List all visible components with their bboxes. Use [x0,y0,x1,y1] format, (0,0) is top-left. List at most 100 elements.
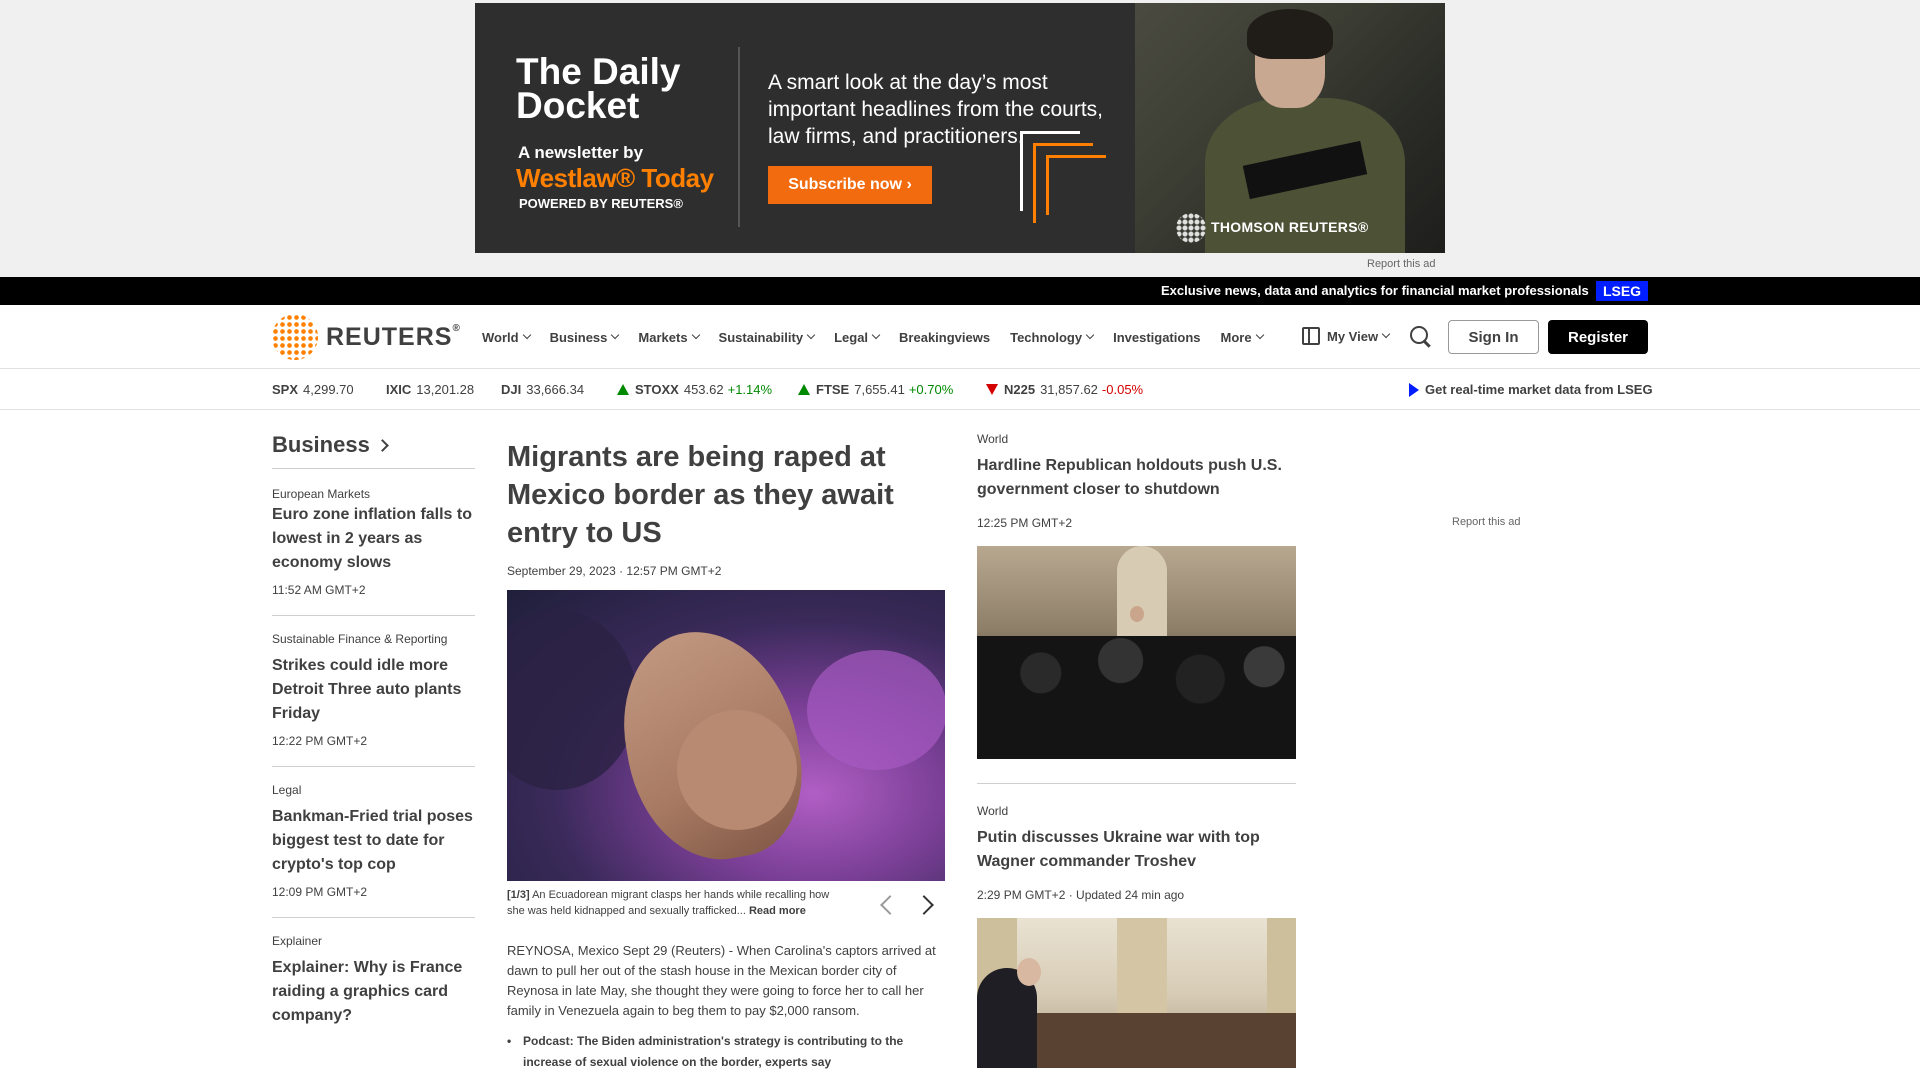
chevron-down-icon [806,330,816,340]
chevron-right-icon [375,438,389,452]
site-header: REUTERS® World Business Markets Sustaina… [0,305,1920,369]
nav-item-business[interactable]: Business [550,330,620,345]
nav-item-breakingviews[interactable]: Breakingviews [899,330,990,345]
thomson-reuters-logo-icon [1176,213,1206,243]
promo-text[interactable]: Exclusive news, data and analytics for f… [1161,283,1589,298]
chevron-down-icon [1255,330,1264,340]
ad-westlaw-logo: Westlaw® Today [516,163,714,193]
my-view-label: My View [1327,328,1379,344]
gallery-counter: [1/3] [507,889,530,901]
ticker-item-dji[interactable]: DJI 33,666.34 [501,382,584,397]
market-ticker: SPX 4,299.70 IXIC 13,201.28 DJI 33,666.34 S… [0,370,1920,410]
chevron-down-icon [1381,329,1391,339]
main-headline[interactable]: Migrants are being raped at Mexico borde… [507,438,945,552]
logo-text: REUTERS® [326,322,461,351]
story-image[interactable] [977,918,1296,1068]
ad-blurb: A smart look at the day’s most important… [768,71,1103,148]
top-ad-region: The Daily Docket A newsletter by Westlaw… [0,0,1920,277]
image-caption: [1/3] An Ecuadorean migrant clasps her h… [507,887,847,919]
article-date: September 29, 2023 · 12:57 PM GMT+2 [507,564,722,578]
reuters-logo-icon [272,314,318,360]
report-ad-link[interactable]: Report this ad [1452,516,1520,528]
related-podcast-link[interactable]: Podcast: The Biden administration's stra… [507,1031,945,1073]
gallery-controls [880,887,945,919]
nav-item-markets[interactable]: Markets [638,330,700,345]
story-time: 12:22 PM GMT+2 [272,734,368,748]
story-headline[interactable]: Putin discusses Ukraine war with top Wag… [977,826,1296,874]
story-headline[interactable]: Bankman-Fried trial poses biggest test t… [272,805,475,877]
story-time: 12:09 PM GMT+2 [272,885,368,899]
nav-item-legal[interactable]: Legal [834,330,881,345]
layout-icon [1302,327,1320,345]
article-image[interactable] [507,590,945,881]
chevron-down-icon [871,330,881,340]
chevron-down-icon [522,330,531,340]
promo-bar[interactable]: Exclusive news, data and analytics for f… [0,277,1920,305]
ad-divider [738,47,740,227]
register-button[interactable]: Register [1548,320,1648,354]
report-ad-link[interactable]: Report this ad [1367,258,1435,270]
main-article: Migrants are being raped at Mexico borde… [507,438,945,1073]
list-item: World Putin discusses Ukraine war with t… [977,804,1296,1068]
ad-newsletter-by: A newsletter by [518,143,644,162]
story-kicker[interactable]: Sustainable Finance & Reporting [272,632,475,646]
right-stories: World Hardline Republican holdouts push … [977,432,1296,1068]
list-item: Sustainable Finance & Reporting Strikes … [272,616,475,767]
ad-powered-by: POWERED BY REUTERS® [519,196,683,211]
lseg-market-data-link[interactable]: Get real-time market data from LSEG [1409,382,1653,397]
story-kicker[interactable]: World [977,432,1296,446]
chevron-right-icon[interactable] [914,895,934,915]
ad-bracket-icon [1046,155,1106,215]
divider [977,783,1296,784]
ad-title: The Daily Docket [516,51,681,126]
list-item: Legal Bankman-Fried trial poses biggest … [272,767,475,918]
ad-advertiser: THOMSON REUTERS® [1211,219,1369,235]
play-icon [1409,382,1419,397]
article-body: REYNOSA, Mexico Sept 29 (Reuters) - When… [507,943,936,1018]
chevron-down-icon [611,330,620,340]
story-kicker[interactable]: Explainer [272,934,475,948]
story-kicker[interactable]: Legal [272,783,475,797]
story-kicker[interactable]: World [977,804,1296,818]
ad-subscribe-button[interactable]: Subscribe now › [768,166,932,204]
list-item: European Markets Euro zone inflation fal… [272,469,475,616]
chevron-down-icon [691,330,700,340]
section-title-business[interactable]: Business [272,432,475,469]
image-caption-row: [1/3] An Ecuadorean migrant clasps her h… [507,887,945,919]
nav-item-sustainability[interactable]: Sustainability [719,330,816,345]
nav-item-world[interactable]: World [482,330,531,345]
read-more-link[interactable]: Read more [749,905,806,917]
story-headline[interactable]: Explainer: Why is France raiding a graph… [272,956,475,1028]
nav-item-technology[interactable]: Technology [1010,330,1095,345]
story-image[interactable] [977,546,1296,759]
chevron-down-icon [1085,330,1095,340]
ticker-item-stoxx[interactable]: STOXX 453.62 +1.14% [617,382,772,397]
search-icon[interactable] [1410,326,1432,348]
ticker-item-spx[interactable]: SPX 4,299.70 [272,382,354,397]
arrow-down-icon [986,384,998,395]
main-nav: World Business Markets Sustainability Le… [482,305,1283,369]
reuters-logo[interactable]: REUTERS® [272,314,461,360]
ad-banner[interactable]: The Daily Docket A newsletter by Westlaw… [475,3,1445,253]
list-item: World Hardline Republican holdouts push … [977,432,1296,759]
my-view-button[interactable]: My View [1302,327,1391,345]
sign-in-button[interactable]: Sign In [1448,320,1539,354]
story-time: 11:52 AM GMT+2 [272,583,366,597]
arrow-up-icon [617,384,629,395]
story-headline[interactable]: Strikes could idle more Detroit Three au… [272,654,475,726]
arrow-up-icon [798,384,810,395]
business-section: Business European Markets Euro zone infl… [272,432,475,1046]
story-headline[interactable]: Euro zone inflation falls to lowest in 2… [272,503,475,575]
ticker-item-ixic[interactable]: IXIC 13,201.28 [386,382,474,397]
story-headline[interactable]: Hardline Republican holdouts push U.S. g… [977,454,1296,502]
nav-item-investigations[interactable]: Investigations [1113,330,1200,345]
story-time: 12:25 PM GMT+2 [977,516,1073,530]
chevron-left-icon[interactable] [880,895,900,915]
ticker-item-n225[interactable]: N225 31,857.62 -0.05% [986,382,1143,397]
list-item: Explainer Explainer: Why is France raidi… [272,918,475,1046]
ticker-item-ftse[interactable]: FTSE 7,655.41 +0.70% [798,382,953,397]
nav-item-more[interactable]: More [1221,330,1264,345]
story-time: 2:29 PM GMT+2 · Updated 24 min ago [977,888,1185,902]
lseg-badge[interactable]: LSEG [1596,281,1648,301]
story-kicker[interactable]: European Markets [272,487,370,501]
